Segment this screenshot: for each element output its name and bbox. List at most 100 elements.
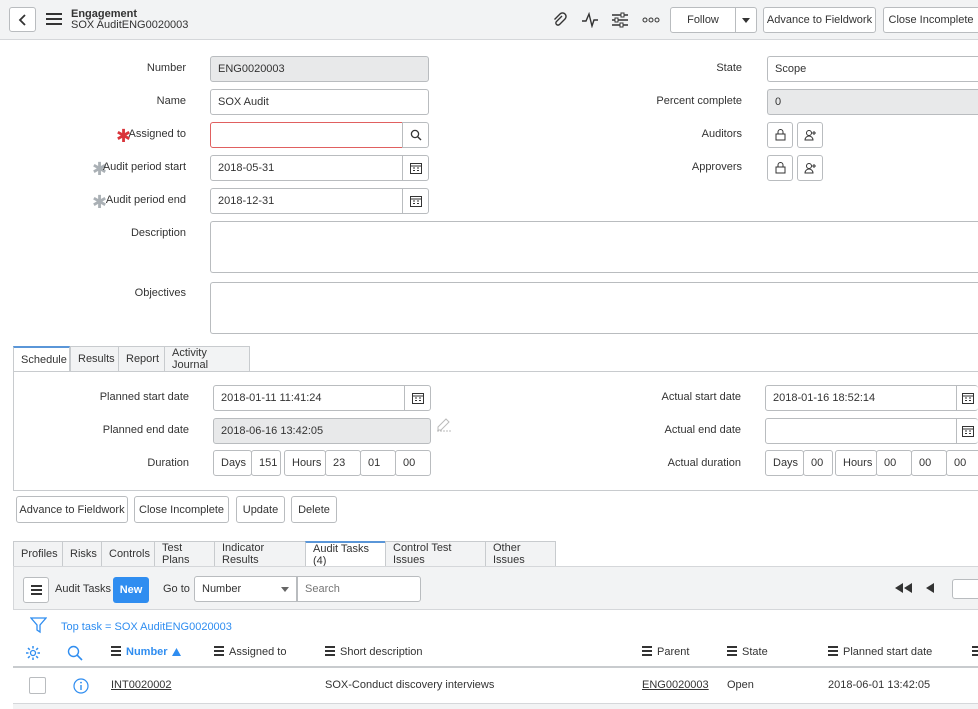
- audit-period-end-field[interactable]: 2018-12-31: [210, 188, 403, 214]
- settings-sliders-icon[interactable]: [610, 10, 630, 30]
- actual-days-field[interactable]: 00: [803, 450, 833, 476]
- calendar-icon: [961, 425, 974, 437]
- close-incomplete-button[interactable]: Close Incomplete: [883, 7, 978, 33]
- search-input[interactable]: [297, 576, 421, 602]
- lock-icon: [775, 162, 785, 174]
- tab-schedule[interactable]: Schedule: [13, 346, 70, 372]
- unlock-button[interactable]: [767, 122, 793, 148]
- column-menu-icon: [727, 646, 737, 658]
- column-header-number[interactable]: Number: [111, 646, 181, 658]
- paperclip-icon[interactable]: [550, 10, 570, 30]
- column-header-planned-start-date[interactable]: Planned start date: [828, 646, 932, 658]
- advance-to-fieldwork-button[interactable]: Advance to Fieldwork: [763, 7, 876, 33]
- first-page-icon[interactable]: [894, 582, 914, 597]
- column-menu-icon: [111, 646, 121, 658]
- actual-start-field[interactable]: 2018-01-16 18:52:14: [765, 385, 957, 411]
- goto-select-value: Number: [202, 583, 242, 595]
- column-header-parent[interactable]: Parent: [642, 646, 689, 658]
- name-field[interactable]: SOX Audit: [210, 89, 429, 115]
- row-parent-link[interactable]: ENG0020003: [642, 679, 709, 691]
- follow-button[interactable]: Follow: [670, 7, 736, 33]
- info-icon[interactable]: [73, 678, 89, 697]
- tab-other-issues[interactable]: Other Issues: [485, 541, 556, 566]
- lookup-button[interactable]: [402, 122, 429, 148]
- actual-minutes-field[interactable]: 00: [911, 450, 947, 476]
- duration-hours-field[interactable]: 23: [325, 450, 361, 476]
- add-me-button[interactable]: [797, 155, 823, 181]
- close-incomplete-button[interactable]: Close Incomplete: [134, 496, 229, 523]
- calendar-button[interactable]: [402, 155, 429, 181]
- actual-end-field[interactable]: [765, 418, 957, 444]
- tab-results[interactable]: Results: [70, 346, 119, 371]
- update-button[interactable]: Update: [236, 496, 285, 523]
- next-row: [13, 704, 978, 709]
- filter-icon[interactable]: [29, 617, 48, 637]
- row-number-link[interactable]: INT0020002: [111, 679, 172, 691]
- audit-period-start-field[interactable]: 2018-05-31: [210, 155, 403, 181]
- number-field: ENG0020003: [210, 56, 429, 82]
- tab-report[interactable]: Report: [118, 346, 165, 371]
- list-title: Audit Tasks: [55, 583, 112, 595]
- activity-icon[interactable]: [580, 10, 600, 30]
- add-user-icon: [803, 163, 816, 174]
- tab-controls[interactable]: Controls: [101, 541, 155, 566]
- record-title: SOX AuditENG0020003: [71, 19, 189, 31]
- calendar-button[interactable]: [956, 385, 978, 411]
- menu-icon[interactable]: [46, 13, 62, 28]
- calendar-icon: [961, 392, 974, 404]
- search-icon: [410, 129, 421, 141]
- caret-down-icon: [281, 586, 289, 592]
- column-header-assigned-to[interactable]: Assigned to: [214, 646, 286, 658]
- tab-control-test-issues[interactable]: Control Test Issues: [385, 541, 486, 566]
- tab-profiles[interactable]: Profiles: [13, 541, 63, 566]
- more-icon[interactable]: [641, 10, 661, 30]
- column-menu-icon: [828, 646, 838, 658]
- duration-label: Duration: [147, 457, 189, 469]
- duration-minutes-field[interactable]: 01: [360, 450, 396, 476]
- new-button[interactable]: New: [113, 577, 149, 603]
- edit-disabled-icon: [436, 418, 452, 435]
- page-number-input[interactable]: [952, 579, 978, 599]
- audit-period-end-label: Audit period end: [105, 194, 186, 206]
- add-me-button[interactable]: [797, 122, 823, 148]
- search-icon[interactable]: [67, 645, 83, 664]
- name-label: Name: [156, 95, 186, 107]
- chevron-left-icon: [18, 13, 26, 26]
- tab-indicator-results[interactable]: Indicator Results: [214, 541, 306, 566]
- calendar-button[interactable]: [402, 188, 429, 214]
- objectives-field[interactable]: [210, 282, 978, 334]
- column-header-short-description[interactable]: Short description: [325, 646, 423, 658]
- actual-hours-field[interactable]: 00: [876, 450, 912, 476]
- tab-test-plans[interactable]: Test Plans: [154, 541, 215, 566]
- follow-dropdown-button[interactable]: [735, 7, 757, 33]
- column-header-more[interactable]: [972, 646, 978, 658]
- tab-audit-tasks[interactable]: Audit Tasks (4): [305, 541, 386, 567]
- tab-activity-journal[interactable]: Activity Journal: [164, 346, 250, 371]
- duration-days-label: Days: [213, 450, 252, 476]
- tab-risks[interactable]: Risks: [62, 541, 102, 566]
- row-checkbox[interactable]: [29, 677, 46, 694]
- list-menu-button[interactable]: [23, 577, 49, 603]
- duration-seconds-field[interactable]: 00: [395, 450, 431, 476]
- filter-breadcrumb[interactable]: Top task = SOX AuditENG0020003: [61, 621, 232, 633]
- advance-to-fieldwork-button[interactable]: Advance to Fieldwork: [16, 496, 128, 523]
- assigned-to-field[interactable]: [210, 122, 403, 148]
- calendar-button[interactable]: [404, 385, 431, 411]
- delete-button[interactable]: Delete: [291, 496, 337, 523]
- duration-hours-label: Hours: [284, 450, 326, 476]
- previous-page-icon[interactable]: [925, 582, 935, 597]
- actual-seconds-field[interactable]: 00: [946, 450, 978, 476]
- goto-select[interactable]: Number: [194, 576, 297, 602]
- planned-start-field[interactable]: 2018-01-11 11:41:24: [213, 385, 405, 411]
- calendar-button[interactable]: [956, 418, 978, 444]
- unlock-button[interactable]: [767, 155, 793, 181]
- back-button[interactable]: [9, 7, 36, 32]
- menu-icon: [30, 585, 42, 595]
- column-header-state[interactable]: State: [727, 646, 768, 658]
- gear-icon[interactable]: [25, 645, 41, 664]
- state-select[interactable]: Scope: [767, 56, 978, 82]
- lock-icon: [775, 129, 785, 141]
- description-field[interactable]: [210, 221, 978, 273]
- duration-days-field[interactable]: 151: [251, 450, 281, 476]
- state-label: State: [716, 62, 742, 74]
